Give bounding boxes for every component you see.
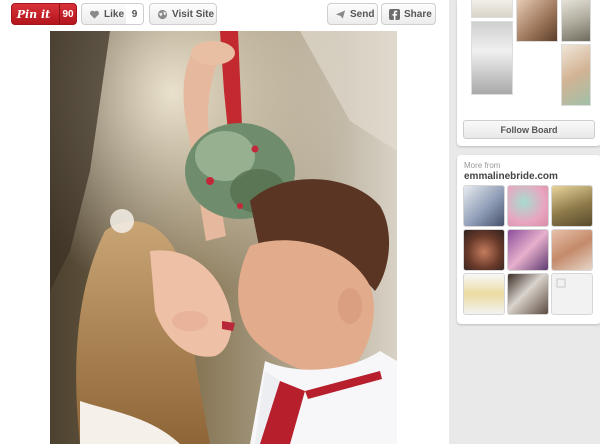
pin-it-label: Pin it: [16, 7, 51, 21]
board-card: Follow Board: [457, 0, 600, 146]
source-domain-link[interactable]: emmalinebride.com: [464, 171, 558, 182]
visit-site-label: Visit Site: [172, 8, 215, 20]
heart-icon: [89, 10, 100, 19]
more-from-label: More from: [464, 161, 501, 170]
board-thumbnail[interactable]: [561, 44, 591, 106]
pin-action-toolbar: Pin it 90 Like 9 Visit Site Send Share: [0, 0, 449, 30]
pin-detail-card: Pin it 90 Like 9 Visit Site Send Share: [0, 0, 449, 444]
globe-icon: [157, 9, 168, 19]
board-thumbnail[interactable]: [471, 21, 513, 95]
follow-board-button[interactable]: Follow Board: [463, 120, 595, 139]
pin-it-button[interactable]: Pin it 90: [11, 3, 77, 25]
board-thumbnail[interactable]: [471, 0, 513, 18]
like-button[interactable]: Like: [81, 3, 127, 25]
source-thumbnail-placeholder[interactable]: [551, 273, 593, 315]
source-thumbnail[interactable]: [507, 273, 549, 315]
facebook-icon: [389, 8, 400, 20]
source-thumbnail[interactable]: [507, 185, 549, 227]
source-thumbnail[interactable]: [463, 273, 505, 315]
sidebar: Follow Board More from emmalinebride.com: [449, 0, 600, 444]
visit-site-button[interactable]: Visit Site: [149, 3, 217, 25]
source-thumbnail[interactable]: [551, 229, 593, 271]
image-placeholder-icon: [556, 278, 566, 288]
like-count: 9: [126, 3, 144, 25]
kissing-couple-photo: [50, 31, 397, 444]
source-thumbnail[interactable]: [463, 229, 505, 271]
source-thumbnail[interactable]: [551, 185, 593, 227]
board-thumbnail[interactable]: [561, 0, 591, 42]
repin-count: 90: [59, 4, 76, 24]
more-from-source-card: More from emmalinebride.com: [457, 155, 600, 324]
board-thumbnail[interactable]: [516, 0, 558, 42]
source-thumbnail[interactable]: [507, 229, 549, 271]
send-label: Send: [350, 8, 375, 20]
share-button[interactable]: Share: [381, 3, 436, 25]
pin-image[interactable]: [50, 31, 397, 444]
like-label: Like: [104, 8, 125, 20]
send-button[interactable]: Send: [327, 3, 378, 25]
source-thumbnail[interactable]: [463, 185, 505, 227]
share-label: Share: [404, 8, 432, 20]
paper-plane-icon: [335, 9, 346, 19]
